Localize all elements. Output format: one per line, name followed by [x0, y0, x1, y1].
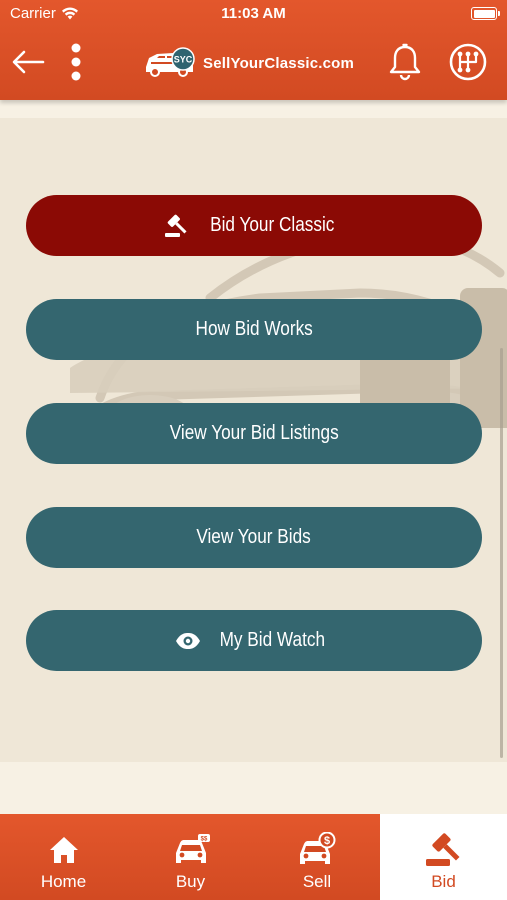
gear-shifter-button[interactable]: [446, 40, 490, 84]
how-bid-works-button[interactable]: How Bid Works: [26, 299, 482, 360]
svg-text:$$: $$: [200, 837, 207, 843]
button-label: View Your Bid Listings: [169, 422, 339, 444]
button-label: Bid Your Classic: [209, 214, 335, 236]
brand-logo[interactable]: SYC SellYourClassic.com: [143, 44, 354, 82]
tab-label: Buy: [175, 872, 206, 891]
tab-home[interactable]: Home: [0, 814, 127, 900]
eye-icon: [175, 632, 200, 649]
bell-icon: [389, 43, 421, 81]
button-label: How Bid Works: [195, 318, 313, 340]
tab-label: Sell: [302, 872, 332, 891]
more-options-button[interactable]: [62, 40, 90, 84]
my-bid-watch-button[interactable]: My Bid Watch: [26, 610, 482, 671]
button-label: My Bid Watch: [219, 629, 325, 651]
tab-label: Bid: [431, 872, 456, 891]
arrow-left-icon: [12, 50, 45, 74]
vertical-dots-icon: [71, 43, 81, 81]
bottom-tab-bar: Home $$ Buy $ Sell Bid: [0, 814, 507, 900]
status-bar: Carrier 11:03 AM: [0, 0, 507, 28]
gavel-icon: [425, 833, 459, 866]
view-your-bids-button[interactable]: View Your Bids: [26, 507, 482, 568]
car-dollar-icon: $: [300, 832, 336, 864]
app-header: Carrier 11:03 AM SYC SellYourClassic.com: [0, 0, 507, 100]
car-icon: $$: [175, 834, 210, 863]
button-label: View Your Bids: [196, 526, 312, 548]
svg-text:$: $: [324, 835, 330, 847]
scrollbar[interactable]: [500, 348, 503, 758]
tab-buy[interactable]: $$ Buy: [127, 814, 254, 900]
battery-icon: [471, 7, 500, 20]
clock: 11:03 AM: [221, 5, 286, 22]
home-icon: [49, 837, 78, 863]
logo-badge-text: SYC: [174, 55, 193, 65]
tab-sell[interactable]: $ Sell: [254, 814, 380, 900]
bid-your-classic-button[interactable]: Bid Your Classic: [26, 195, 482, 256]
tab-label: Home: [40, 872, 87, 891]
view-bid-listings-button[interactable]: View Your Bid Listings: [26, 403, 482, 464]
logo-car-icon: SYC: [146, 47, 195, 77]
logo-text: SellYourClassic.com: [203, 54, 355, 72]
gear-shifter-icon: [449, 43, 487, 81]
back-button[interactable]: [8, 44, 48, 80]
notifications-button[interactable]: [384, 40, 426, 84]
gavel-icon: [164, 214, 187, 237]
tab-bid[interactable]: Bid: [380, 814, 507, 900]
